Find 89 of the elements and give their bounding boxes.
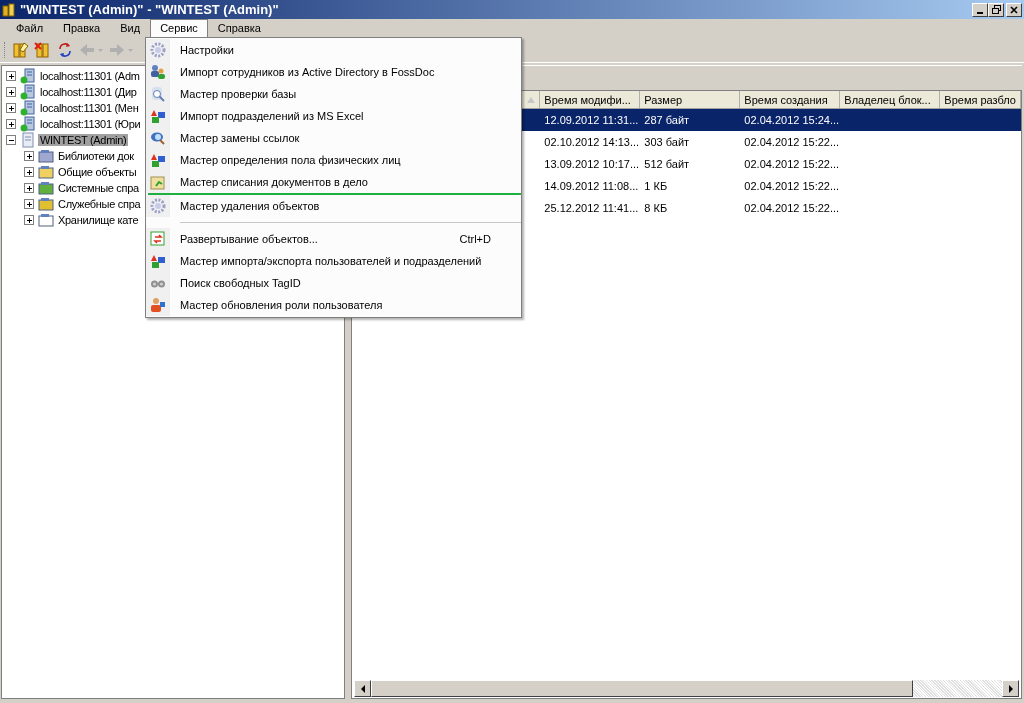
table-cell-text: 02.04.2012 15:22... — [743, 136, 841, 148]
table-cell-text: 02.04.2012 15:22... — [743, 180, 841, 192]
menu-item[interactable]: Мастер импорта/экспорта пользователей и подразделений — [146, 250, 521, 272]
shapes-icon — [150, 108, 166, 124]
tree-item[interactable]: Хранилище кате — [56, 214, 141, 226]
table-cell-text: 25.12.2012 11:41... — [543, 202, 640, 214]
column-header[interactable]: Время создания — [740, 91, 841, 108]
folder-delete-icon[interactable] — [34, 41, 52, 59]
close-icon — [1010, 5, 1018, 14]
collapse-icon[interactable] — [6, 135, 16, 145]
table-cell-text: 14.09.2012 11:08... — [543, 180, 640, 192]
menu-item[interactable]: Справка — [207, 19, 271, 38]
magnifier-icon — [150, 130, 166, 146]
expand-icon[interactable] — [24, 167, 34, 177]
table-cell-text: 287 байт — [643, 114, 691, 126]
gear-icon — [150, 42, 166, 58]
restore-button[interactable] — [988, 2, 1004, 17]
table-cell-text: 02.04.2012 15:22... — [743, 158, 841, 170]
menu-item[interactable]: Мастер списания документов в дело — [146, 171, 521, 193]
column-header[interactable]: Размер — [640, 91, 741, 108]
menu-item[interactable]: Вид — [110, 19, 151, 38]
tree-item[interactable]: localhost:11301 (Мен — [38, 102, 141, 114]
search-icon — [150, 86, 166, 102]
table-cell-text: 13.09.2012 10:17... — [543, 158, 641, 170]
expand-icon[interactable] — [6, 119, 16, 129]
tree-item[interactable]: WINTEST (Admin) — [38, 134, 129, 146]
folder-icon — [38, 164, 54, 180]
user-icon — [150, 297, 166, 313]
menu-item[interactable]: Мастер обновления роли пользователя — [146, 294, 521, 316]
expand-icon[interactable] — [6, 87, 16, 97]
restore-icon — [991, 5, 1001, 14]
tree-item[interactable]: localhost:11301 (Adm — [38, 70, 142, 82]
tree-item[interactable]: Библиотеки док — [56, 150, 136, 162]
expand-icon[interactable] — [24, 215, 34, 225]
column-header[interactable]: Владелец блок... — [840, 91, 941, 108]
table-cell-text: 02.04.2012 15:22... — [743, 202, 841, 214]
menu-item[interactable]: Настройки — [146, 39, 521, 61]
sort-arrow-icon — [527, 96, 536, 103]
folder-icon — [150, 174, 166, 190]
tree-item[interactable]: localhost:11301 (Дир — [38, 86, 139, 98]
minimize-icon — [977, 11, 983, 14]
app-icon — [2, 2, 16, 17]
menu-item[interactable]: Развертывание объектов... Ctrl+D — [146, 228, 521, 250]
expand-icon[interactable] — [24, 151, 34, 161]
shapes-icon — [150, 253, 166, 269]
tree-item[interactable]: Общие объекты — [56, 166, 139, 178]
window-arrows-icon — [150, 231, 166, 247]
menu-item[interactable]: Мастер удаления объектов — [146, 195, 521, 217]
right-arrow-icon — [1007, 684, 1014, 693]
server-icon — [20, 100, 36, 116]
expand-icon[interactable] — [6, 103, 16, 113]
menu-item[interactable]: Импорт сотрудников из Active Directory в FossDoc — [146, 61, 521, 83]
table-cell-text: 303 байт — [643, 136, 691, 148]
table-cell-text: 512 байт — [643, 158, 691, 170]
menu-item[interactable]: Мастер определения пола физических лиц — [146, 149, 521, 171]
folder-icon — [38, 148, 54, 164]
tree-item[interactable]: localhost:11301 (Юри — [38, 118, 143, 130]
folder-icon — [38, 196, 54, 212]
folder-icon[interactable] — [12, 41, 30, 59]
server-icon — [20, 68, 36, 84]
server-icon — [20, 132, 36, 148]
expand-icon[interactable] — [24, 199, 34, 209]
expand-icon[interactable] — [24, 183, 34, 193]
folder-icon — [38, 180, 54, 196]
column-header[interactable]: Время разбло — [940, 91, 1021, 108]
tree-item[interactable]: Системные спра — [56, 182, 141, 194]
menu-item[interactable]: Поиск свободных TagID — [146, 272, 521, 294]
table-cell-text: 02.10.2012 14:13... — [543, 136, 641, 148]
horizontal-scrollbar[interactable] — [354, 680, 1019, 697]
server-icon — [20, 116, 36, 132]
close-button[interactable] — [1006, 2, 1022, 17]
minimize-button[interactable] — [972, 2, 988, 17]
gear-icon — [150, 198, 166, 214]
column-header[interactable]: Время модифи... — [540, 91, 641, 108]
window-title: "WINTEST (Admin)" - "WINTEST (Admin)" — [20, 2, 280, 17]
table-cell-text: 8 КБ — [643, 202, 669, 214]
menu-item[interactable]: Файл — [6, 19, 54, 38]
menu-item[interactable]: Мастер проверки базы — [146, 83, 521, 105]
server-icon — [20, 84, 36, 100]
table-cell-text: 02.04.2012 15:24... — [743, 114, 841, 126]
tree-item[interactable]: Служебные спра — [56, 198, 143, 210]
table-cell-text: 1 КБ — [643, 180, 669, 192]
menu-item[interactable]: Правка — [53, 19, 111, 38]
table-cell-text: 12.09.2012 11:31... — [543, 114, 640, 126]
left-arrow-icon — [359, 684, 366, 693]
expand-icon[interactable] — [6, 71, 16, 81]
people-icon — [150, 64, 166, 80]
folder-icon — [38, 212, 54, 228]
shapes-icon — [150, 152, 166, 168]
